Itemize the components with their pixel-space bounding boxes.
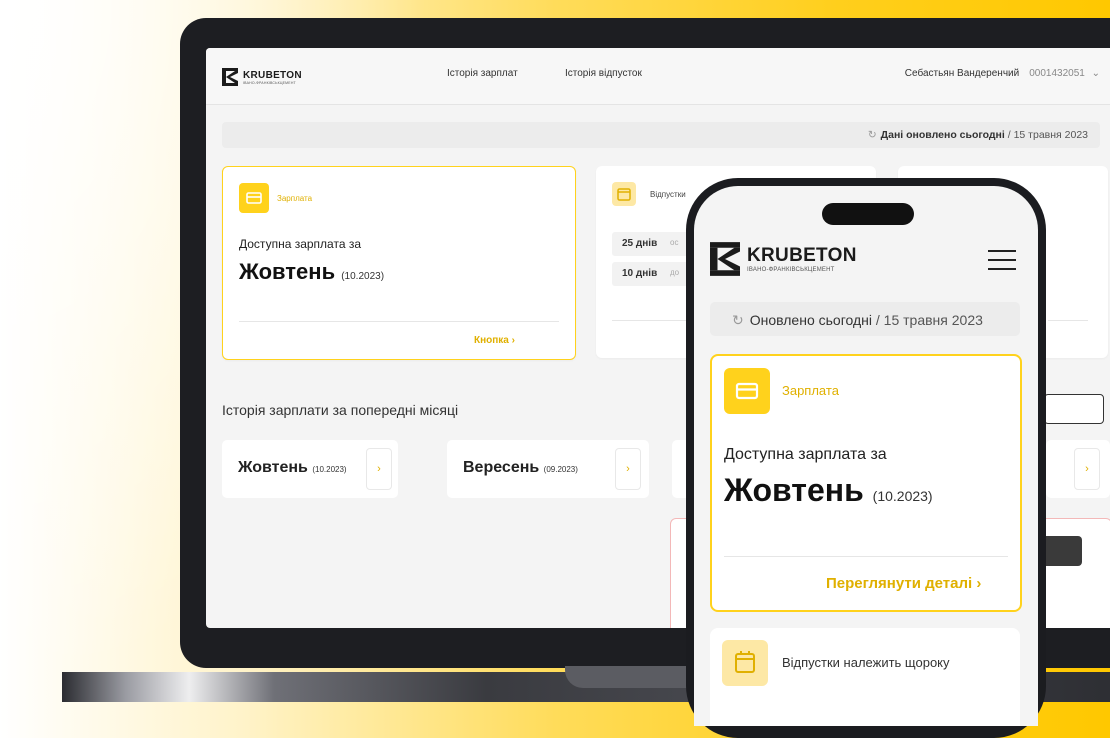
chevron-right-icon[interactable]: › xyxy=(366,448,392,490)
vacation-card-title: Відпустки належить щороку xyxy=(782,655,950,670)
logo-text: KRUBETON xyxy=(747,245,857,266)
logo-subtitle: ІВАНО-ФРАНКІВСЬКЦЕМЕНТ xyxy=(243,80,296,85)
divider xyxy=(1048,320,1088,321)
salary-card-button[interactable]: Кнопка › xyxy=(474,335,515,346)
refresh-icon[interactable]: ↻ xyxy=(732,312,744,328)
chevron-right-icon[interactable]: › xyxy=(1074,448,1100,490)
salary-label: Доступна зарплата за xyxy=(724,446,887,463)
desktop-header: KRUBETON ІВАНО-ФРАНКІВСЬКЦЕМЕНТ Історія … xyxy=(206,48,1110,105)
user-name: Себастьян Вандеренчий xyxy=(904,68,1020,79)
update-date: / 15 травня 2023 xyxy=(1007,129,1088,141)
salary-card: Зарплата Доступна зарплата за Жовтень (1… xyxy=(710,354,1022,612)
user-id: 0001432051 xyxy=(1029,68,1085,79)
wallet-icon xyxy=(724,368,770,414)
salary-card-title: Зарплата xyxy=(277,194,313,203)
mobile-logo[interactable]: KRUBETON ІВАНО-ФРАНКІВСЬКЦЕМЕНТ xyxy=(710,242,857,276)
history-title: Історія зарплати за попередні місяці xyxy=(222,402,459,418)
nav-salary-history[interactable]: Історія зарплат xyxy=(447,68,518,79)
history-card[interactable]: › xyxy=(1046,440,1110,498)
nav-vacation-history[interactable]: Історія відпусток xyxy=(565,68,642,79)
salary-label: Доступна зарплата за xyxy=(239,237,362,251)
calendar-icon xyxy=(722,640,768,686)
salary-month: Жовтень (10.2023) xyxy=(239,259,385,284)
update-bar: ↻ Дані оновлено сьогодні / 15 травня 2023 xyxy=(222,122,1100,148)
refresh-icon[interactable]: ↻ xyxy=(868,129,877,141)
salary-month: Жовтень (10.2023) xyxy=(724,472,933,508)
logo-text: KRUBETON xyxy=(243,69,302,81)
user-menu[interactable]: Себастьян Вандеренчий 0001432051 ⌄ xyxy=(905,68,1100,79)
salary-card-title: Зарплата xyxy=(782,383,839,398)
calendar-icon xyxy=(612,182,636,206)
vacation-card-title: Відпустки xyxy=(650,190,686,199)
desktop-logo[interactable]: KRUBETON ІВАНО-ФРАНКІВСЬКЦЕМЕНТ xyxy=(222,68,302,86)
divider xyxy=(724,556,1008,557)
dynamic-island xyxy=(822,203,914,225)
krubeton-logo-icon xyxy=(710,242,740,276)
update-date: / 15 травня 2023 xyxy=(875,312,983,328)
salary-card: Зарплата Доступна зарплата за Жовтень (1… xyxy=(222,166,576,360)
history-card[interactable]: Вересень (09.2023) › xyxy=(447,440,649,498)
chevron-down-icon: ⌄ xyxy=(1091,68,1100,79)
chevron-right-icon[interactable]: › xyxy=(615,448,641,490)
vacation-card: Відпустки належить щороку xyxy=(710,628,1020,726)
history-card[interactable]: Жовтень (10.2023) › xyxy=(222,440,398,498)
update-bar: ↻ Оновлено сьогодні / 15 травня 2023 xyxy=(710,302,1020,336)
update-text: Дані оновлено сьогодні xyxy=(880,129,1005,141)
krubeton-logo-icon xyxy=(222,68,238,86)
details-link[interactable]: Переглянути деталі › xyxy=(826,575,981,592)
mobile-screen: KRUBETON ІВАНО-ФРАНКІВСЬКЦЕМЕНТ ↻ Оновлен… xyxy=(694,186,1038,726)
history-filter[interactable] xyxy=(1044,394,1104,424)
update-text: Оновлено сьогодні xyxy=(749,312,872,328)
wallet-icon xyxy=(239,183,269,213)
logo-subtitle: ІВАНО-ФРАНКІВСЬКЦЕМЕНТ xyxy=(747,267,835,273)
divider xyxy=(239,321,559,322)
menu-icon[interactable] xyxy=(988,250,1016,270)
